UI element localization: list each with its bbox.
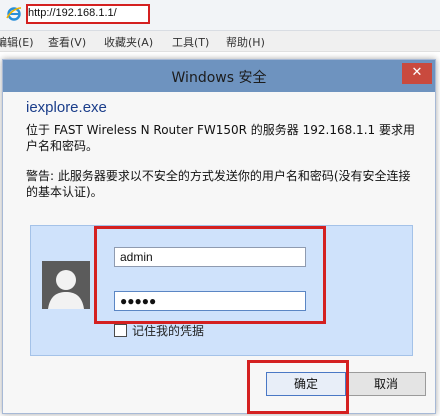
- windows-security-dialog: Windows 安全 ✕ iexplore.exe 位于 FAST Wirele…: [2, 59, 436, 414]
- menu-help[interactable]: 帮助(H): [226, 34, 265, 50]
- user-avatar-icon: [42, 261, 90, 309]
- url-input[interactable]: http://192.168.1.1/: [28, 7, 117, 19]
- cancel-button[interactable]: 取消: [346, 372, 426, 396]
- remember-checkbox[interactable]: [114, 324, 127, 337]
- remember-label[interactable]: 记住我的凭据: [132, 322, 204, 339]
- menu-favorites[interactable]: 收藏夹(A): [104, 34, 153, 50]
- menu-tools[interactable]: 工具(T): [172, 34, 209, 50]
- menu-view[interactable]: 查看(V): [48, 34, 86, 50]
- dialog-titlebar[interactable]: Windows 安全 ✕: [3, 60, 435, 92]
- security-warning: 警告: 此服务器要求以不安全的方式发送你的用户名和密码(没有安全连接的基本认证)…: [26, 169, 411, 199]
- fields-highlight-box: [94, 226, 326, 324]
- ok-highlight-box: [247, 360, 349, 414]
- address-bar: http://192.168.1.1/: [0, 0, 440, 31]
- menu-edit[interactable]: 编辑(E): [0, 34, 34, 50]
- menu-bar: 编辑(E) 查看(V) 收藏夹(A) 工具(T) 帮助(H): [0, 31, 440, 52]
- server-message: 位于 FAST Wireless N Router FW150R 的服务器 19…: [26, 123, 415, 153]
- close-icon[interactable]: ✕: [402, 63, 432, 84]
- app-name: iexplore.exe: [26, 99, 107, 116]
- ie-logo-icon: [6, 6, 22, 22]
- dialog-title: Windows 安全: [171, 70, 267, 86]
